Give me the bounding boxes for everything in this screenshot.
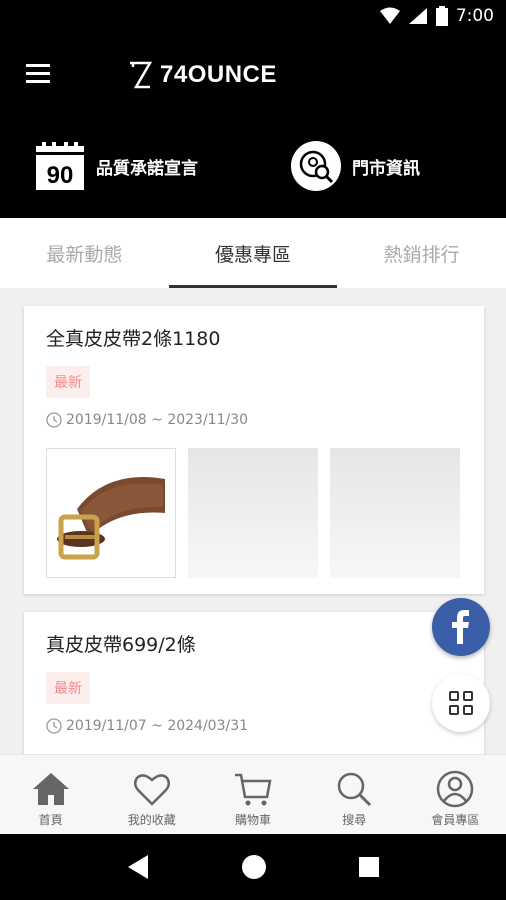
grid-icon: [449, 691, 473, 715]
heart-icon: [133, 774, 170, 806]
bottom-navigation: 首頁 我的收藏 購物車 搜尋 會員專區: [0, 754, 506, 834]
store-search-icon: [291, 141, 341, 191]
facebook-button[interactable]: [432, 598, 490, 656]
nav-label: 我的收藏: [127, 813, 176, 827]
promo-list[interactable]: 全真皮皮帶2條1180 最新 2019/11/08 ~ 2023/11/30 真…: [0, 288, 506, 754]
nav-label: 會員專區: [431, 813, 480, 827]
promo-title: 全真皮皮帶2條1180: [46, 328, 221, 350]
tab-bar: 最新動態 優惠專區 熱銷排行: [0, 218, 506, 288]
quality-promise-link[interactable]: 90 品質承諾宣言: [34, 140, 198, 192]
nav-cart[interactable]: 購物車: [202, 755, 303, 834]
logo-z-icon: [130, 61, 152, 89]
cart-icon: [235, 773, 272, 806]
user-icon: [437, 770, 474, 808]
logo-text: 74OUNCE: [160, 61, 277, 88]
promo-thumbnails: [46, 448, 460, 578]
wifi-icon: [379, 7, 400, 24]
nav-member[interactable]: 會員專區: [405, 755, 506, 834]
nav-label: 購物車: [235, 813, 272, 827]
promo-date-range: 2019/11/08 ~ 2023/11/30: [66, 412, 249, 428]
tab-latest-news[interactable]: 最新動態: [0, 218, 169, 288]
new-badge: 最新: [46, 672, 90, 704]
facebook-icon: [452, 610, 469, 644]
clock-icon: [46, 718, 62, 734]
store-info-link[interactable]: 門市資訊: [290, 140, 420, 192]
menu-icon: [26, 64, 50, 67]
home-circle-icon[interactable]: [241, 854, 267, 880]
back-icon[interactable]: [126, 854, 150, 880]
grid-menu-button[interactable]: [432, 674, 490, 732]
menu-button[interactable]: [26, 64, 54, 88]
promo-card[interactable]: 全真皮皮帶2條1180 最新 2019/11/08 ~ 2023/11/30: [24, 306, 484, 594]
calendar-90-icon: 90: [36, 142, 84, 190]
store-info-label: 門市資訊: [352, 158, 420, 179]
tab-promotions[interactable]: 優惠專區: [168, 218, 338, 288]
nav-favorites[interactable]: 我的收藏: [101, 755, 202, 834]
brand-logo: 74OUNCE: [128, 58, 277, 92]
search-icon: [337, 772, 372, 807]
promo-date-row: 2019/11/08 ~ 2023/11/30: [46, 412, 248, 428]
status-bar: 7:00: [0, 0, 506, 36]
promo-card[interactable]: 真皮皮帶699/2條 最新 2019/11/07 ~ 2024/03/31: [24, 612, 484, 754]
nav-search[interactable]: 搜尋: [304, 755, 405, 834]
belt-image: [57, 477, 165, 560]
nav-label: 首頁: [38, 813, 63, 827]
promo-date-range: 2019/11/07 ~ 2024/03/31: [66, 718, 249, 734]
product-image-placeholder: [188, 448, 318, 578]
new-badge: 最新: [46, 366, 90, 398]
calendar-number: 90: [47, 162, 74, 189]
product-image-placeholder: [330, 448, 460, 578]
recents-icon[interactable]: [358, 856, 380, 878]
product-image-belt[interactable]: [46, 448, 176, 578]
system-navigation: [0, 834, 506, 900]
tab-best-sellers[interactable]: 熱銷排行: [337, 218, 506, 288]
nav-home[interactable]: 首頁: [0, 755, 101, 834]
promo-date-row: 2019/11/07 ~ 2024/03/31: [46, 718, 248, 734]
nav-label: 搜尋: [342, 813, 367, 827]
app-header: 74OUNCE 90 品質承諾宣言 門市資訊: [0, 36, 506, 218]
clock-icon: [46, 412, 62, 428]
battery-icon: [435, 6, 448, 26]
quality-promise-label: 品質承諾宣言: [96, 158, 198, 179]
signal-icon: [408, 8, 427, 24]
promo-title: 真皮皮帶699/2條: [46, 634, 196, 656]
status-time: 7:00: [455, 6, 494, 26]
home-icon: [32, 773, 69, 805]
